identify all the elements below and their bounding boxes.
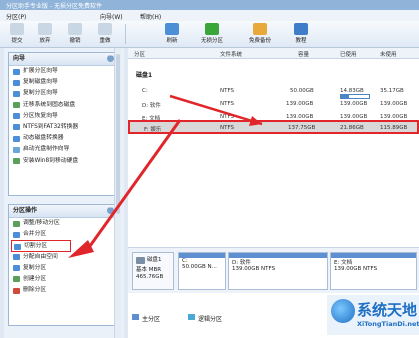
arrowhead xyxy=(68,240,94,258)
watermark: 系统天地 XiTongTianDi.net xyxy=(327,295,419,335)
arrow-to-split-partition xyxy=(88,119,182,247)
annotation-arrows xyxy=(68,94,263,258)
arrow-to-selected-row xyxy=(169,94,263,126)
watermark-logo xyxy=(331,299,355,323)
